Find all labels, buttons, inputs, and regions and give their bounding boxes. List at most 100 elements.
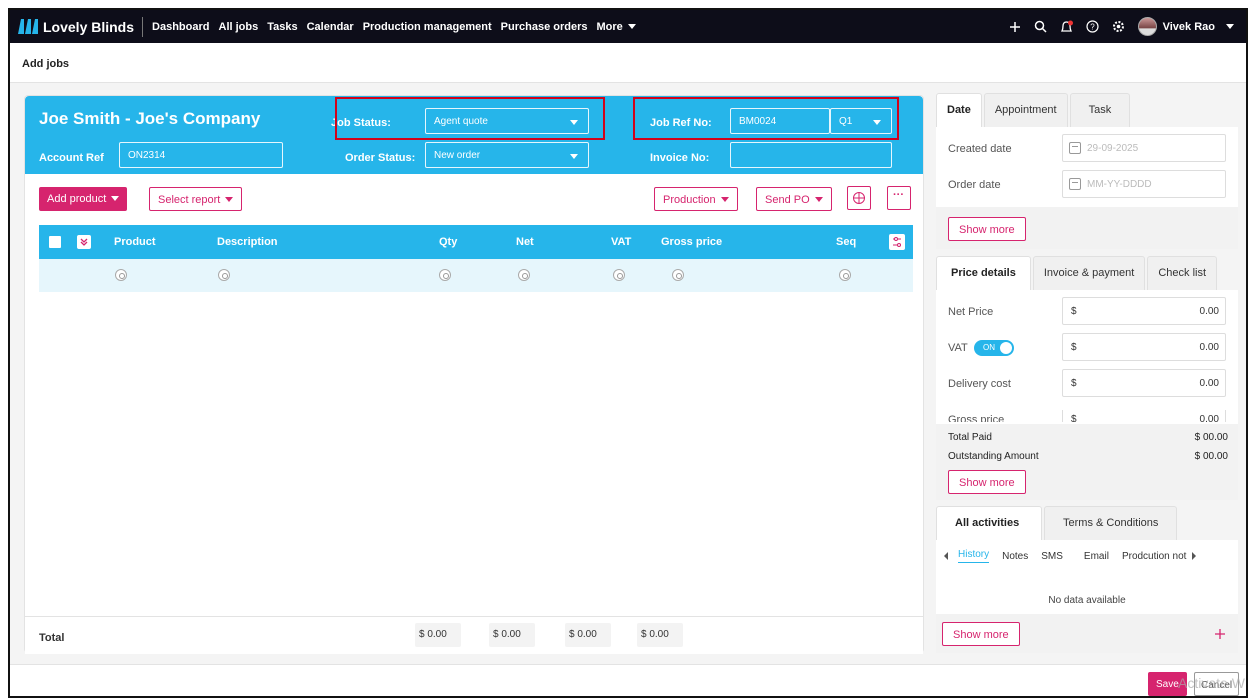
tab-date[interactable]: Date	[936, 93, 982, 127]
nav-purchase-orders[interactable]: Purchase orders	[501, 21, 588, 33]
scroll-left-icon[interactable]	[944, 552, 948, 560]
table-filter-row	[39, 259, 913, 292]
select-report-button[interactable]: Select report	[149, 187, 243, 211]
column-seq[interactable]: Seq	[836, 236, 856, 248]
chevron-down-icon	[570, 154, 578, 159]
avatar	[1137, 17, 1157, 36]
price-show-more-button[interactable]: Show more	[948, 470, 1026, 494]
order-date-field[interactable]: MM-YY-DDDD	[1062, 170, 1226, 198]
column-vat[interactable]: VAT	[611, 236, 631, 248]
production-button[interactable]: Production	[654, 187, 738, 211]
column-toggle-button[interactable]	[77, 235, 91, 249]
brand[interactable]: Lovely Blinds	[10, 10, 134, 43]
activities-panel: All activities Terms & Conditions Histor…	[936, 506, 1238, 653]
column-description[interactable]: Description	[217, 236, 278, 248]
nav-dashboard[interactable]: Dashboard	[152, 21, 209, 33]
scroll-right-icon[interactable]	[1192, 552, 1197, 560]
select-report-label: Select report	[158, 194, 221, 206]
help-icon[interactable]: ?	[1086, 20, 1099, 33]
delivery-cost-label: Delivery cost	[948, 378, 1011, 390]
filter-product-search-icon[interactable]	[115, 269, 127, 281]
nav-all-jobs[interactable]: All jobs	[219, 21, 259, 33]
column-gross-price[interactable]: Gross price	[661, 236, 722, 248]
delivery-cost-field[interactable]: $0.00	[1062, 369, 1226, 397]
globe-button[interactable]	[847, 186, 871, 210]
nav-calendar[interactable]: Calendar	[307, 21, 354, 33]
subtab-notes[interactable]: Notes	[1002, 551, 1028, 562]
table-settings-button[interactable]	[889, 234, 905, 250]
nav-actions: ? Vivek Rao	[1009, 17, 1246, 36]
select-all-checkbox[interactable]	[49, 236, 61, 248]
net-price-currency: $	[1071, 306, 1077, 317]
subtab-production-notes[interactable]: Prodcution not	[1122, 551, 1187, 562]
nav-more[interactable]: More	[596, 20, 636, 33]
chevron-down-icon	[111, 196, 120, 201]
gross-price-field[interactable]: $0.00	[1062, 410, 1226, 422]
account-ref-label: Account Ref	[39, 152, 104, 164]
activities-footer: Show more	[936, 614, 1238, 653]
order-status-select[interactable]: New order	[425, 142, 589, 168]
vat-label: VAT	[948, 342, 968, 354]
activities-show-more-button[interactable]: Show more	[942, 622, 1020, 646]
svg-text:?: ?	[1090, 23, 1095, 32]
filter-net-search-icon[interactable]	[518, 269, 530, 281]
product-table-header: Product Description Qty Net VAT Gross pr…	[39, 225, 913, 259]
production-label: Production	[663, 194, 716, 206]
customer-name[interactable]: Joe Smith - Joe's Company	[39, 109, 260, 129]
subtab-history[interactable]: History	[958, 549, 990, 563]
order-date-placeholder: MM-YY-DDDD	[1087, 179, 1152, 190]
nav-more-label: More	[596, 20, 623, 33]
column-qty[interactable]: Qty	[439, 236, 457, 248]
dates-panel: Date Appointment Task Created date 29-09…	[936, 93, 1238, 249]
tab-price-details[interactable]: Price details	[936, 256, 1031, 290]
more-options-button[interactable]: ···	[887, 186, 911, 210]
job-header: Joe Smith - Joe's Company Job Status: Ag…	[25, 96, 923, 174]
subtab-email[interactable]: Email	[1084, 551, 1109, 562]
notification-bell-icon[interactable]	[1060, 20, 1073, 34]
net-price-value: 0.00	[1199, 306, 1219, 317]
activities-tabs: All activities Terms & Conditions	[936, 506, 1238, 540]
invoice-no-input[interactable]	[730, 142, 892, 168]
filter-gross-search-icon[interactable]	[672, 269, 684, 281]
tab-terms-conditions[interactable]: Terms & Conditions	[1044, 506, 1178, 540]
tab-task[interactable]: Task	[1069, 93, 1131, 127]
user-menu[interactable]: Vivek Rao	[1137, 17, 1234, 36]
add-activity-icon[interactable]	[1214, 628, 1226, 640]
column-product[interactable]: Product	[114, 236, 156, 248]
subtab-sms[interactable]: SMS	[1041, 551, 1063, 562]
gear-icon[interactable]	[1112, 20, 1125, 33]
net-price-field[interactable]: $0.00	[1062, 297, 1226, 325]
account-ref-input[interactable]: ON2314	[119, 142, 283, 168]
nav-production-management[interactable]: Production management	[363, 21, 492, 33]
filter-description-search-icon[interactable]	[218, 269, 230, 281]
filter-seq-search-icon[interactable]	[839, 269, 851, 281]
nav-tasks[interactable]: Tasks	[267, 21, 297, 33]
invoice-no-label: Invoice No:	[650, 152, 710, 164]
search-icon[interactable]	[1034, 20, 1047, 33]
tab-check-list[interactable]: Check list	[1147, 256, 1218, 290]
tab-invoice-payment[interactable]: Invoice & payment	[1032, 256, 1146, 290]
filter-qty-search-icon[interactable]	[439, 269, 451, 281]
tab-appointment[interactable]: Appointment	[983, 93, 1068, 127]
add-product-button[interactable]: Add product	[39, 187, 128, 211]
nav-menu: Dashboard All jobs Tasks Calendar Produc…	[152, 21, 636, 33]
totals-bar: Total $ 0.00 $ 0.00 $ 0.00 $ 0.00	[25, 616, 923, 654]
vat-toggle[interactable]: ON	[974, 340, 1014, 356]
send-po-button[interactable]: Send PO	[756, 187, 832, 211]
tab-all-activities[interactable]: All activities	[936, 506, 1042, 540]
page-footer: Save Cancel Activate W	[10, 664, 1246, 696]
globe-icon	[853, 192, 865, 204]
outstanding-value: $ 00.00	[1194, 451, 1228, 462]
dates-show-more-button[interactable]: Show more	[948, 217, 1026, 241]
chevron-down-icon	[1226, 24, 1234, 29]
highlight-job-status	[335, 97, 605, 140]
app-window: Lovely Blinds Dashboard All jobs Tasks C…	[8, 8, 1248, 698]
filter-vat-search-icon[interactable]	[613, 269, 625, 281]
created-date-field[interactable]: 29-09-2025	[1062, 134, 1226, 162]
plus-icon[interactable]	[1009, 21, 1021, 33]
column-net[interactable]: Net	[516, 236, 534, 248]
price-panel: Price details Invoice & payment Check li…	[936, 256, 1238, 500]
vat-field[interactable]: $0.00	[1062, 333, 1226, 361]
vat-toggle-label: ON	[983, 343, 995, 352]
calendar-icon	[1069, 142, 1081, 154]
